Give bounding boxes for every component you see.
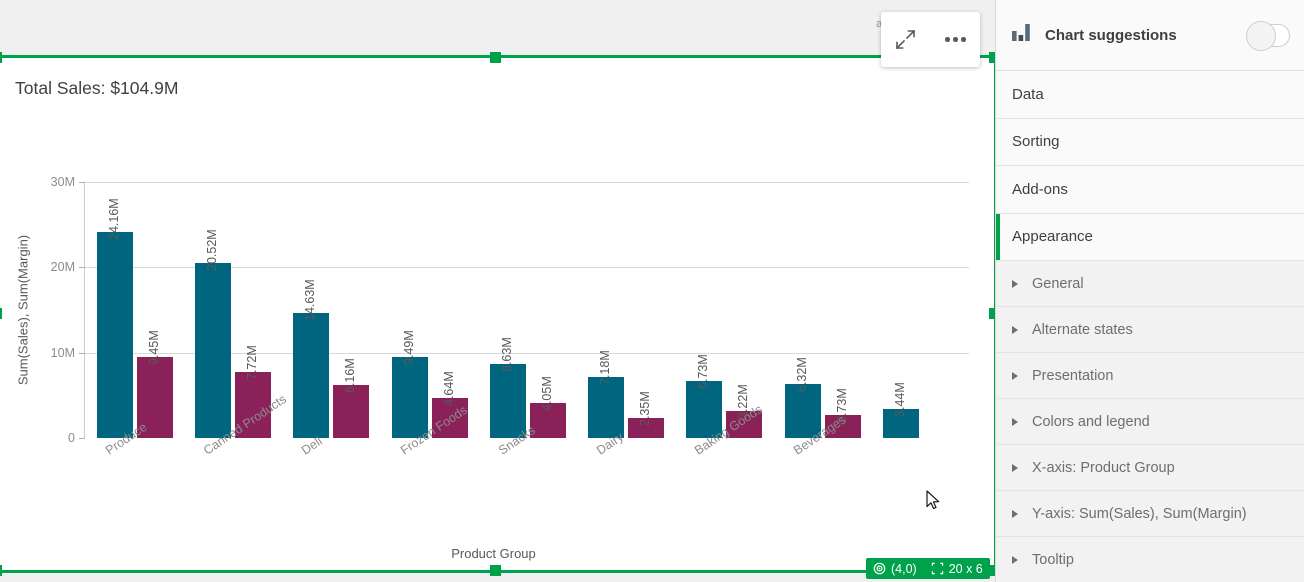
chevron-right-icon — [1012, 556, 1018, 564]
y-tick-mark — [79, 182, 85, 183]
chart-hover-toolbar[interactable] — [881, 12, 980, 67]
resize-icon — [931, 562, 944, 575]
chevron-right-icon — [1012, 510, 1018, 518]
bar-value-label: 6.32M — [795, 357, 809, 392]
property-section-add-ons[interactable]: Add-ons — [996, 166, 1304, 214]
bar-value-label: 8.63M — [500, 338, 514, 373]
y-axis-line — [84, 182, 85, 438]
bar[interactable] — [293, 313, 329, 438]
bar[interactable] — [97, 232, 133, 438]
y-tick-label: 0 — [68, 431, 75, 445]
bar-value-label: 6.73M — [696, 354, 710, 389]
appearance-subsection-alternate-states[interactable]: Alternate states — [996, 307, 1304, 353]
appearance-subsection-label: Colors and legend — [1032, 414, 1150, 430]
y-axis-title: Sum(Sales), Sum(Margin) — [16, 235, 31, 385]
object-size-badge: (4,0) 20 x 6 — [866, 558, 990, 579]
y-tick-mark — [79, 353, 85, 354]
appearance-subsection-y-axis-sum-sales-sum-margin-[interactable]: Y-axis: Sum(Sales), Sum(Margin) — [996, 491, 1304, 537]
chart-selection-frame[interactable]: Total Sales: $104.9M Sum(Sales), Sum(Mar… — [0, 55, 995, 573]
appearance-subsection-x-axis-product-group[interactable]: X-axis: Product Group — [996, 445, 1304, 491]
target-icon — [873, 562, 886, 575]
bar-value-label: 4.05M — [540, 377, 554, 412]
bar-chart-icon — [1012, 24, 1031, 46]
chevron-right-icon — [1012, 372, 1018, 380]
appearance-subsection-label: Alternate states — [1032, 322, 1133, 338]
property-section-sorting[interactable]: Sorting — [996, 119, 1304, 167]
property-section-data[interactable]: Data — [996, 71, 1304, 119]
plot-area: 010M20M30M 24.16M9.45M20.52M7.72M14.63M6… — [85, 182, 969, 438]
y-tick-label: 20M — [51, 260, 75, 274]
chevron-right-icon — [1012, 464, 1018, 472]
gridline — [85, 182, 969, 183]
resize-handle-top-right[interactable] — [989, 52, 995, 63]
resize-handle-bottom-left[interactable] — [0, 565, 2, 576]
appearance-subsection-label: General — [1032, 276, 1084, 292]
resize-handle-bottom-center[interactable] — [490, 565, 501, 576]
chart-suggestions-toggle[interactable] — [1246, 24, 1290, 47]
appearance-subsection-tooltip[interactable]: Tooltip — [996, 537, 1304, 582]
bar[interactable] — [588, 377, 624, 438]
appearance-subsection-label: Presentation — [1032, 368, 1113, 384]
appearance-subsection-label: Tooltip — [1032, 552, 1074, 568]
chevron-right-icon — [1012, 280, 1018, 288]
chevron-right-icon — [1012, 418, 1018, 426]
toggle-knob — [1246, 21, 1276, 51]
bar-value-label: 4.64M — [442, 372, 456, 407]
chart-title: Total Sales: $104.9M — [15, 78, 178, 99]
resize-handle-middle-left[interactable] — [0, 308, 2, 319]
y-tick-mark — [79, 267, 85, 268]
y-tick-label: 30M — [51, 175, 75, 189]
mouse-cursor — [926, 490, 941, 517]
expand-arrows-icon[interactable] — [886, 20, 926, 60]
bar-chart-object[interactable]: Total Sales: $104.9M Sum(Sales), Sum(Mar… — [0, 58, 994, 570]
resize-handle-top-left[interactable] — [0, 52, 2, 63]
bar-value-label: 9.45M — [147, 331, 161, 366]
property-section-appearance[interactable]: Appearance — [996, 214, 1304, 262]
bar-value-label: 14.63M — [303, 279, 317, 321]
chart-suggestions-header: Chart suggestions — [996, 0, 1304, 71]
bar-value-label: 20.52M — [205, 229, 219, 271]
appearance-subsection-general[interactable]: General — [996, 261, 1304, 307]
bar-value-label: 3.44M — [893, 382, 907, 417]
resize-handle-middle-right[interactable] — [989, 308, 995, 319]
bar-value-label: 6.16M — [343, 359, 357, 394]
chevron-right-icon — [1012, 326, 1018, 334]
bar-value-label: 7.72M — [245, 345, 259, 380]
resize-handle-top-center[interactable] — [490, 52, 501, 63]
bar[interactable] — [392, 357, 428, 438]
appearance-subsection-presentation[interactable]: Presentation — [996, 353, 1304, 399]
bar-value-label: 24.16M — [107, 198, 121, 240]
appearance-subsection-label: X-axis: Product Group — [1032, 460, 1175, 476]
property-panel: Chart suggestions DataSortingAdd-onsAppe… — [995, 0, 1304, 582]
object-position-value: (4,0) — [891, 562, 917, 576]
chart-workspace: a Total Sales: $104.9M Sum(Sales), Sum(M… — [0, 0, 995, 582]
chart-suggestions-label: Chart suggestions — [1045, 27, 1246, 44]
bar[interactable] — [195, 263, 231, 438]
appearance-subsection-colors-and-legend[interactable]: Colors and legend — [996, 399, 1304, 445]
property-sections: DataSortingAdd-onsAppearance — [996, 71, 1304, 261]
appearance-subsection-label: Y-axis: Sum(Sales), Sum(Margin) — [1032, 506, 1247, 522]
bar-value-label: 7.18M — [598, 350, 612, 385]
appearance-subsections: General Alternate states Presentation Color… — [996, 261, 1304, 582]
bar-value-label: 2.35M — [638, 391, 652, 426]
x-axis-title-text: Product Group — [451, 546, 536, 561]
y-tick-mark — [79, 438, 85, 439]
bar[interactable] — [333, 385, 369, 438]
bar[interactable] — [490, 364, 526, 438]
object-size-value: 20 x 6 — [949, 562, 983, 576]
bar-value-label: 9.49M — [402, 330, 416, 365]
ellipsis-icon[interactable] — [935, 20, 975, 60]
y-tick-label: 10M — [51, 346, 75, 360]
x-axis-title: Product Group — [0, 546, 994, 561]
resize-handle-bottom-right[interactable] — [989, 565, 995, 576]
